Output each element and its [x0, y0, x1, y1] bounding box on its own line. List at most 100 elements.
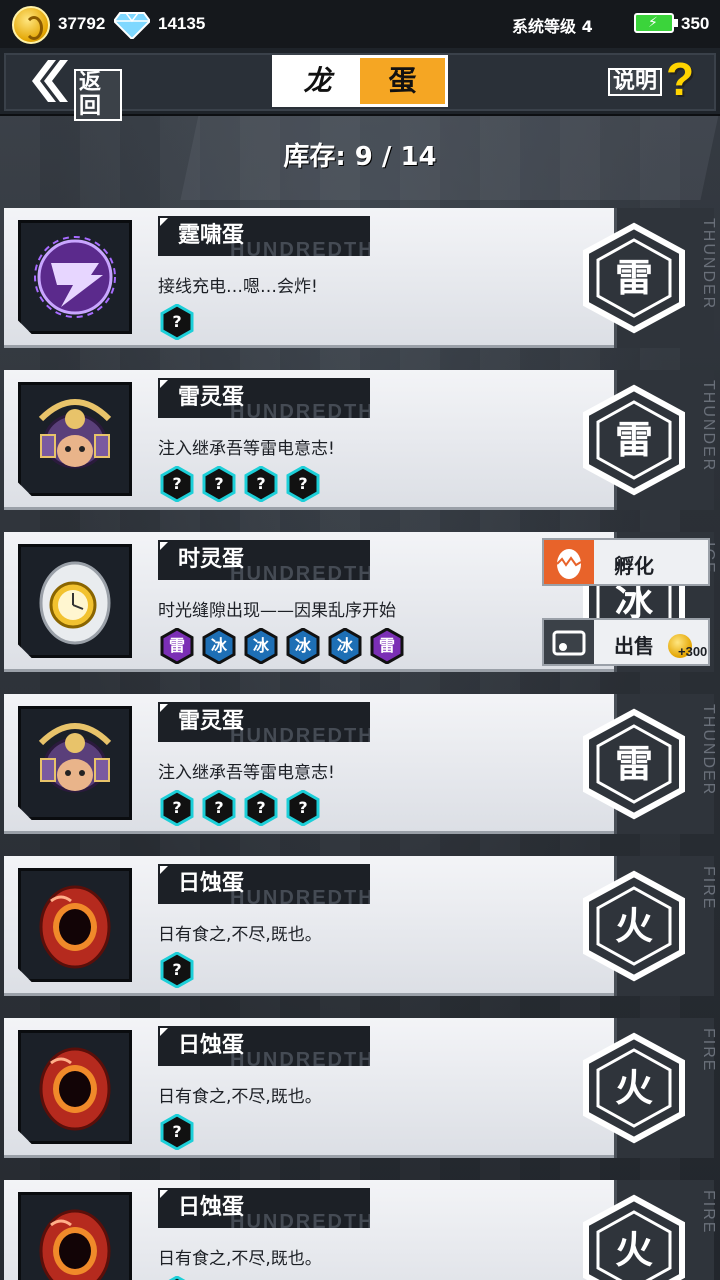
element-slot: ? [202, 466, 236, 502]
slot-label: 雷 [378, 636, 395, 655]
element-slot: ? [286, 790, 320, 826]
element-strip-label: FIRE [700, 866, 717, 911]
egg-name: 雷灵蛋 [178, 385, 245, 410]
element-slots: ? [160, 1276, 194, 1280]
element-strip-label: FIRE [700, 1028, 717, 1073]
element-strip-label: FIRE [700, 1190, 717, 1235]
stamina-icon: ⚡ [634, 13, 678, 33]
element-glyph: 火 [614, 1228, 653, 1272]
element-badge: 雷 [582, 222, 692, 334]
slot-label: ? [172, 798, 182, 817]
hatch-button[interactable]: 孵化 [542, 538, 710, 586]
wallet-icon [544, 620, 594, 664]
help-button[interactable]: 说明 ? [608, 54, 708, 106]
slot-label: ? [172, 474, 182, 493]
eclipse-egg-icon [18, 868, 132, 982]
stamina-count: 350 [681, 14, 710, 33]
egg-description: 接线充电…嗯…会炸! [158, 277, 318, 297]
slot-label: 冰 [336, 636, 353, 655]
clock-egg-icon [18, 544, 132, 658]
egg-card[interactable]: FIRE HUNDREDTH 日蚀蛋 日有食之,不尽,既也。 ? 火 [4, 1018, 717, 1158]
slot-label: 雷 [168, 636, 185, 655]
element-strip-label: THUNDER [700, 704, 717, 797]
egg-name: 雷灵蛋 [178, 709, 245, 734]
element-slots: ? [160, 952, 194, 988]
egg-name: 霆啸蛋 [178, 223, 245, 248]
element-badge: 雷 [582, 384, 692, 496]
title-left: 龙 [275, 58, 360, 104]
element-slots: ? [160, 1114, 194, 1150]
inventory-count: 库存: 9 / 14 [283, 142, 437, 172]
element-badge: 火 [582, 1194, 692, 1280]
element-slot: 冰 [244, 628, 278, 664]
egg-name-tag: HUNDREDTH 时灵蛋 [158, 540, 370, 580]
question-mark-icon: ? [666, 53, 695, 105]
slot-label: ? [172, 1122, 182, 1141]
egg-description: 日有食之,不尽,既也。 [158, 1087, 322, 1107]
egg-name-tag: HUNDREDTH 日蚀蛋 [158, 1026, 370, 1066]
egg-name-tag: HUNDREDTH 霆啸蛋 [158, 216, 370, 256]
element-slot: 冰 [286, 628, 320, 664]
eclipse-egg-icon [18, 1030, 132, 1144]
sell-button[interactable]: 出售 +300 [542, 618, 710, 666]
element-slot: 冰 [202, 628, 236, 664]
element-badge: 雷 [582, 708, 692, 820]
sell-label: 出售 [614, 634, 654, 658]
system-level: 系统等级 4 [512, 17, 593, 36]
egg-card[interactable]: FIRE HUNDREDTH 日蚀蛋 日有食之,不尽,既也。 ? 火 [4, 856, 717, 996]
title-right: 蛋 [360, 58, 445, 104]
element-slot: 冰 [328, 628, 362, 664]
coin-icon [12, 6, 50, 44]
slot-label: ? [172, 312, 182, 331]
element-badge: 火 [582, 1032, 692, 1144]
egg-name-tag: HUNDREDTH 雷灵蛋 [158, 378, 370, 418]
hatch-egg-icon [544, 540, 594, 584]
element-slots: ? [160, 304, 194, 340]
egg-card[interactable]: FIRE HUNDREDTH 日蚀蛋 日有食之,不尽,既也。 ? 火 [4, 1180, 717, 1280]
egg-description: 注入继承吾等雷电意志! [158, 439, 335, 459]
element-glyph: 火 [614, 904, 653, 948]
sell-price: +300 [678, 644, 708, 659]
egg-name-tag: HUNDREDTH 日蚀蛋 [158, 1188, 370, 1228]
slot-label: ? [256, 474, 266, 493]
element-slot: 雷 [160, 628, 194, 664]
egg-name: 时灵蛋 [178, 547, 245, 572]
slot-label: ? [214, 798, 224, 817]
egg-name-tag: HUNDREDTH 日蚀蛋 [158, 864, 370, 904]
egg-description: 注入继承吾等雷电意志! [158, 763, 335, 783]
slot-label: 冰 [252, 636, 269, 655]
element-slot: ? [244, 466, 278, 502]
egg-card[interactable]: THUNDER HUNDREDTH 雷灵蛋 注入继承吾等雷电意志! ???? 雷 [4, 694, 717, 834]
element-slot: ? [160, 1276, 194, 1280]
element-badge: 火 [582, 870, 692, 982]
element-strip-label: THUNDER [700, 380, 717, 473]
back-button[interactable]: 返回 [22, 56, 122, 121]
element-slot: ? [160, 304, 194, 340]
element-slot: ? [202, 790, 236, 826]
slot-label: ? [298, 798, 308, 817]
element-slots: ???? [160, 790, 320, 826]
egg-name: 日蚀蛋 [178, 1033, 245, 1058]
element-slot: ? [160, 952, 194, 988]
slot-label: ? [160, 1276, 194, 1280]
egg-card[interactable]: THUNDER HUNDREDTH 霆啸蛋 接线充电…嗯…会炸! ? 雷 [4, 208, 717, 348]
eclipse-egg-icon [18, 1192, 132, 1280]
coin-count: 37792 [58, 14, 106, 33]
egg-description: 日有食之,不尽,既也。 [158, 925, 322, 945]
egg-card[interactable]: THUNDER HUNDREDTH 雷灵蛋 注入继承吾等雷电意志! ???? 雷 [4, 370, 717, 510]
page-title: 龙 蛋 [272, 55, 448, 107]
egg-description: 时光缝隙出现——因果乱序开始 [158, 601, 396, 621]
element-glyph: 雷 [614, 418, 653, 462]
slot-label: 冰 [294, 636, 311, 655]
egg-name: 日蚀蛋 [178, 871, 245, 896]
slot-label: 冰 [210, 636, 227, 655]
help-label: 说明 [608, 68, 663, 96]
back-chevron-icon [32, 60, 68, 102]
diamond-icon [112, 11, 152, 41]
hatch-label: 孵化 [614, 554, 654, 578]
element-glyph: 火 [614, 1066, 653, 1110]
status-bar: 37792 14135 系统等级 4 ⚡ 350 [0, 0, 720, 48]
element-slots: 雷冰冰冰冰雷 [160, 628, 404, 664]
back-label: 返回 [74, 69, 122, 121]
element-strip-label: THUNDER [700, 218, 717, 311]
